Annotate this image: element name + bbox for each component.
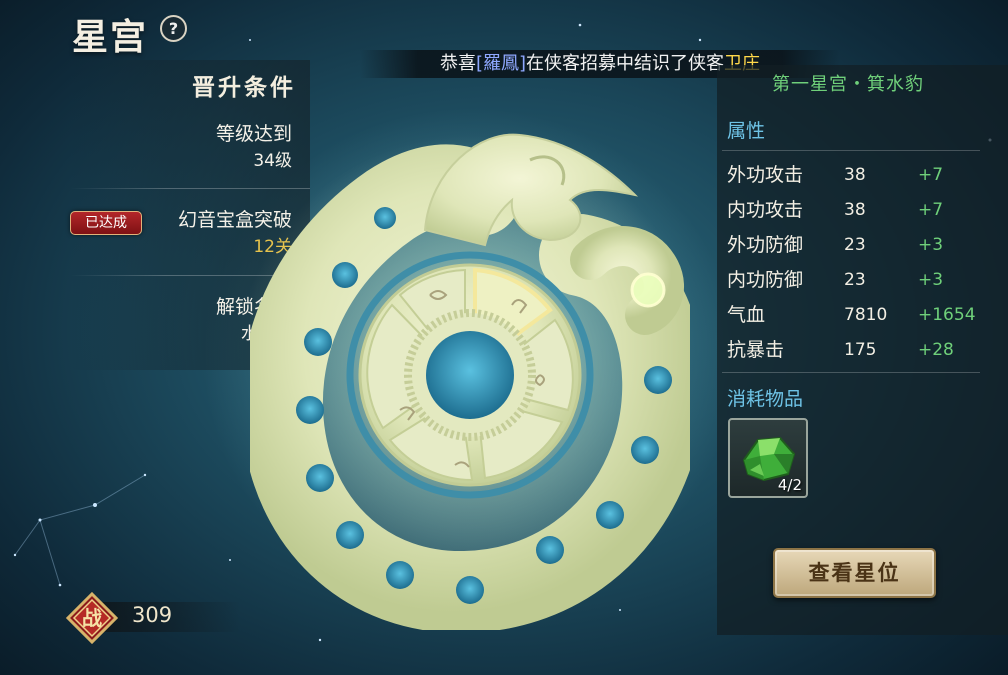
- attribute-value: 38: [844, 165, 866, 185]
- consumable-item-slot[interactable]: 4/2: [728, 418, 808, 498]
- combat-power-icon: 战: [66, 592, 118, 644]
- divider: [722, 372, 980, 373]
- attribute-name: 外功攻击: [727, 164, 804, 186]
- attribute-bonus: +3: [918, 270, 944, 290]
- attribute-value: 7810: [844, 305, 888, 325]
- consumables-title: 消耗物品: [727, 388, 804, 410]
- achieved-badge: 已达成: [70, 211, 142, 235]
- attribute-bonus: +3: [918, 235, 944, 255]
- combat-power-glyph: 战: [82, 606, 102, 630]
- page-title: 星宫: [72, 16, 149, 58]
- attribute-bonus: +7: [918, 165, 944, 185]
- attribute-name: 气血: [727, 304, 766, 326]
- help-button[interactable]: ?: [160, 15, 187, 42]
- attribute-bonus: +7: [918, 200, 944, 220]
- attribute-bonus: +28: [918, 340, 954, 360]
- jade-star-palace-ring[interactable]: [250, 110, 690, 630]
- attribute-value: 23: [844, 235, 866, 255]
- attribute-value: 175: [844, 340, 877, 360]
- combat-power-value: 309: [132, 603, 173, 627]
- attribute-value: 38: [844, 200, 866, 220]
- attribute-value: 23: [844, 270, 866, 290]
- item-count: 4/2: [777, 476, 802, 494]
- announcement-player: [羅鳳]: [475, 53, 527, 74]
- attribute-name: 内功攻击: [727, 199, 804, 221]
- palace-name: 第一星宫・箕水豹: [772, 74, 924, 95]
- attribute-bonus: +1654: [918, 305, 976, 325]
- attribute-name: 抗暴击: [727, 339, 785, 361]
- attribute-name: 外功防御: [727, 234, 804, 256]
- conditions-title: 晋升条件: [192, 74, 296, 101]
- view-star-positions-button[interactable]: 查看星位: [773, 548, 936, 598]
- announcement-middle: 在侠客招募中结识了侠客: [526, 53, 725, 74]
- attributes-title: 属性: [727, 120, 766, 142]
- announcement-prefix: 恭喜: [439, 53, 476, 74]
- divider: [722, 150, 980, 151]
- attribute-name: 内功防御: [727, 269, 804, 291]
